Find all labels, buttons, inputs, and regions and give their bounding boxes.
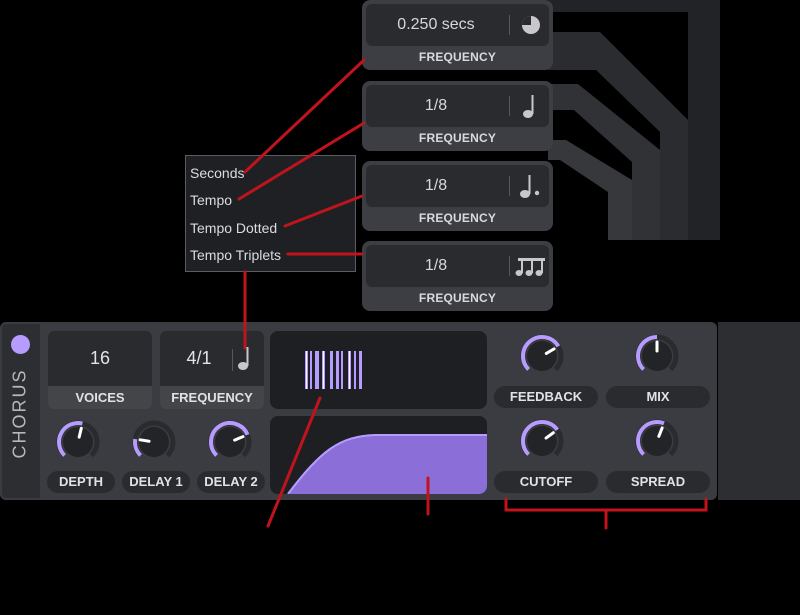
annotation-lines [237, 58, 708, 530]
callout-text-left: M [222, 523, 236, 540]
callout-text-middle: s [420, 548, 428, 564]
